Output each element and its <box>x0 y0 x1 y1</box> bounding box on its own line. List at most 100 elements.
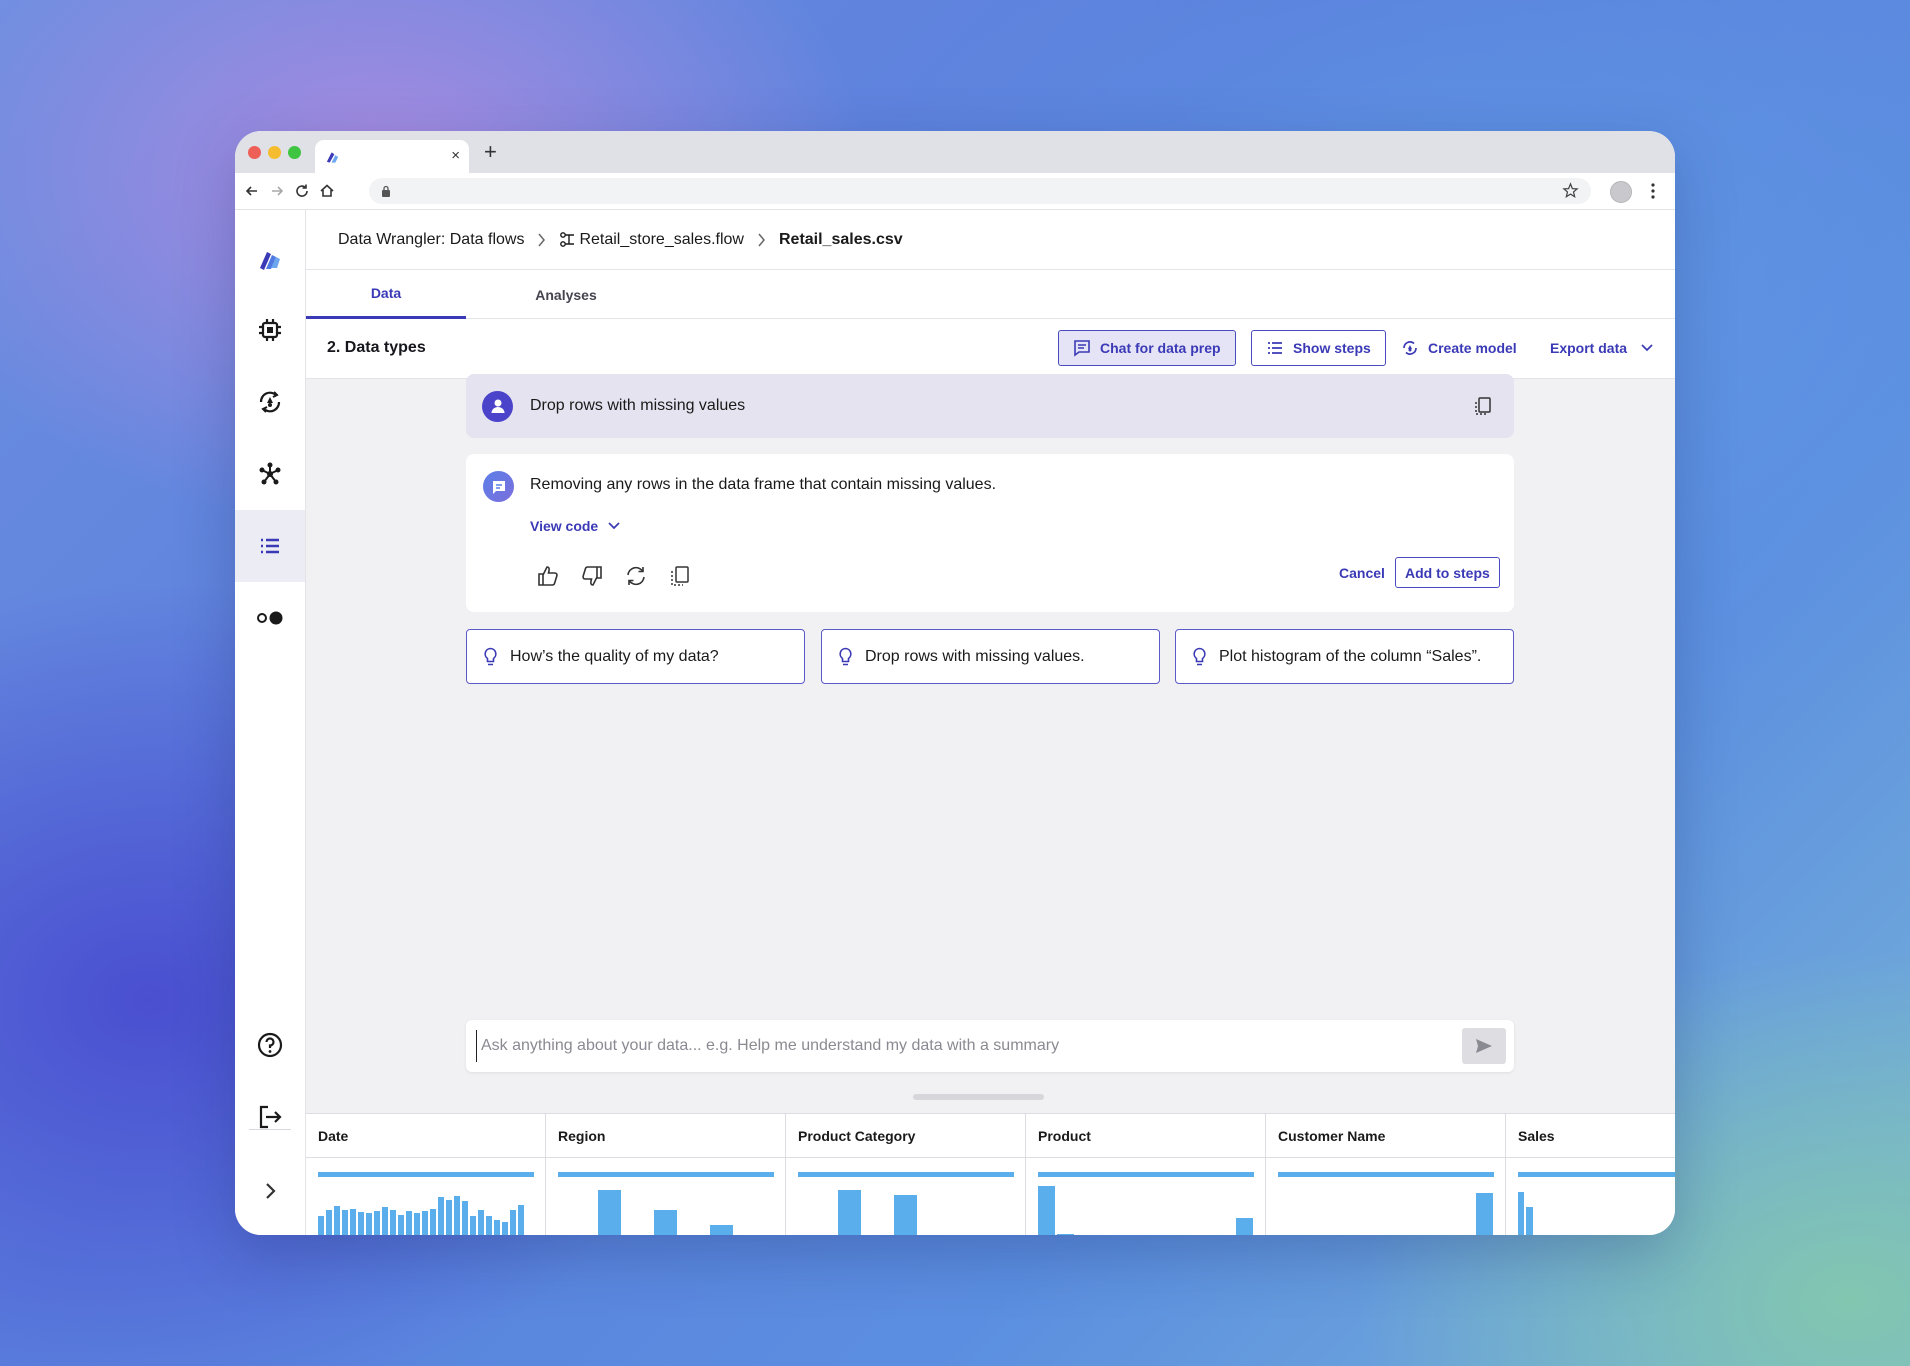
back-icon[interactable] <box>243 182 261 200</box>
assistant-message: Removing any rows in the data frame that… <box>466 454 1514 612</box>
show-steps-label: Show steps <box>1293 340 1371 356</box>
regenerate-icon[interactable] <box>624 564 648 588</box>
lightbulb-icon <box>484 647 497 665</box>
tab-analyses[interactable]: Analyses <box>486 270 646 319</box>
user-message-text: Drop rows with missing values <box>530 397 746 414</box>
rail-item-help[interactable] <box>235 1009 305 1081</box>
bookmark-star-icon[interactable] <box>1562 182 1579 199</box>
flow-icon <box>560 232 575 247</box>
app: Data Wrangler: Data flows Retail_store_s… <box>235 210 1675 1235</box>
browser-tabbar: × + <box>235 131 1675 173</box>
user-icon <box>491 399 504 413</box>
minimize-window-button[interactable] <box>268 146 281 159</box>
rail-item-models[interactable] <box>235 366 305 438</box>
home-icon[interactable] <box>318 182 336 200</box>
assistant-chat-icon <box>492 480 505 494</box>
resize-handle[interactable] <box>913 1094 1044 1100</box>
cancel-button[interactable]: Cancel <box>1339 565 1385 581</box>
assistant-message-text: Removing any rows in the data frame that… <box>530 476 997 493</box>
app-logo-icon <box>260 252 280 270</box>
breadcrumb-data-flows[interactable]: Data Wrangler: Data flows <box>338 231 524 249</box>
chevron-down-icon <box>1641 344 1653 352</box>
column-histogram <box>1518 1176 1675 1235</box>
model-cycle-icon <box>259 391 281 413</box>
column-histogram <box>558 1176 774 1235</box>
column-customer-name[interactable]: Customer Name <box>1266 1114 1506 1235</box>
suggestion-chip[interactable]: Plot histogram of the column “Sales”. <box>1175 629 1514 684</box>
suggestion-chip[interactable]: How’s the quality of my data? <box>466 629 805 684</box>
column-histogram <box>1038 1176 1254 1235</box>
profile-avatar[interactable] <box>1610 181 1632 203</box>
rail-expand[interactable] <box>235 1155 305 1227</box>
data-table: Date Region Product Category Product Cus… <box>306 1113 1675 1235</box>
export-data-button[interactable]: Export data <box>1550 330 1653 366</box>
show-steps-button[interactable]: Show steps <box>1251 330 1386 366</box>
create-model-label: Create model <box>1428 340 1517 356</box>
lock-icon <box>382 185 390 197</box>
rail-item-toggle[interactable] <box>235 582 305 654</box>
browser-tab[interactable]: × <box>315 140 469 173</box>
tab-close-button[interactable]: × <box>451 148 460 164</box>
column-histogram <box>798 1176 1014 1235</box>
column-header: Customer Name <box>1266 1114 1505 1158</box>
chat-for-data-prep-button[interactable]: Chat for data prep <box>1058 330 1236 366</box>
column-date[interactable]: Date <box>306 1114 546 1235</box>
close-window-button[interactable] <box>248 146 261 159</box>
column-sales[interactable]: Sales <box>1506 1114 1675 1235</box>
new-tab-button[interactable]: + <box>484 140 497 164</box>
app-favicon-icon <box>326 152 339 163</box>
reload-icon[interactable] <box>293 182 311 200</box>
chat-for-data-prep-label: Chat for data prep <box>1100 340 1221 356</box>
chevron-right-icon <box>758 233 765 246</box>
column-header: Date <box>306 1114 545 1158</box>
forward-icon[interactable] <box>268 182 286 200</box>
rail-logo[interactable] <box>235 222 305 294</box>
step-title: 2. Data types <box>327 339 426 356</box>
suggestion-chip[interactable]: Drop rows with missing values. <box>821 629 1160 684</box>
column-product-category[interactable]: Product Category <box>786 1114 1026 1235</box>
user-avatar <box>482 390 513 422</box>
column-region[interactable]: Region <box>546 1114 786 1235</box>
view-code-toggle[interactable]: View code <box>530 518 620 534</box>
url-field[interactable] <box>369 178 1591 204</box>
copy-icon[interactable] <box>1474 396 1492 416</box>
browser-window: × + Data Wrangler: Data flows Retail_sto… <box>235 131 1675 1235</box>
breadcrumb-flow-label: Retail_store_sales.flow <box>579 230 744 248</box>
add-to-steps-button[interactable]: Add to steps <box>1395 557 1500 588</box>
suggestion-text: How’s the quality of my data? <box>510 647 719 665</box>
create-model-button[interactable]: Create model <box>1401 330 1517 366</box>
column-histogram <box>318 1176 534 1235</box>
copy-icon[interactable] <box>668 564 692 588</box>
column-header: Product <box>1026 1114 1265 1158</box>
chevron-down-icon <box>608 522 620 530</box>
rail-item-network[interactable] <box>235 438 305 510</box>
rail-item-compute[interactable] <box>235 294 305 366</box>
browser-menu-icon[interactable] <box>1651 182 1655 200</box>
model-cycle-icon <box>1403 341 1417 355</box>
column-product[interactable]: Product <box>1026 1114 1266 1235</box>
list-icon <box>1268 342 1282 354</box>
column-header: Product Category <box>786 1114 1025 1158</box>
chat-icon <box>1074 340 1090 357</box>
send-icon <box>1476 1039 1492 1053</box>
left-rail <box>235 210 306 1235</box>
breadcrumb-file: Retail_sales.csv <box>778 230 903 248</box>
export-data-label: Export data <box>1550 340 1628 356</box>
thumbs-down-icon[interactable] <box>580 564 604 588</box>
rail-item-data-prep[interactable] <box>235 510 305 582</box>
chevron-right-icon <box>538 233 546 246</box>
rail-item-sign-out[interactable] <box>235 1081 305 1153</box>
chat-input[interactable] <box>476 1030 1436 1062</box>
thumbs-up-icon[interactable] <box>536 564 560 588</box>
network-icon <box>259 462 281 485</box>
maximize-window-button[interactable] <box>288 146 301 159</box>
assistant-avatar <box>483 471 514 502</box>
list-icon <box>261 538 279 554</box>
breadcrumb-flow[interactable]: Retail_store_sales.flow <box>559 231 744 249</box>
send-button[interactable] <box>1462 1028 1506 1064</box>
sign-out-icon <box>259 1105 282 1129</box>
column-header: Region <box>546 1114 785 1158</box>
tab-data[interactable]: Data <box>306 270 466 319</box>
main-panel: Data Wrangler: Data flows Retail_store_s… <box>306 210 1675 1235</box>
user-message: Drop rows with missing values <box>466 374 1514 438</box>
